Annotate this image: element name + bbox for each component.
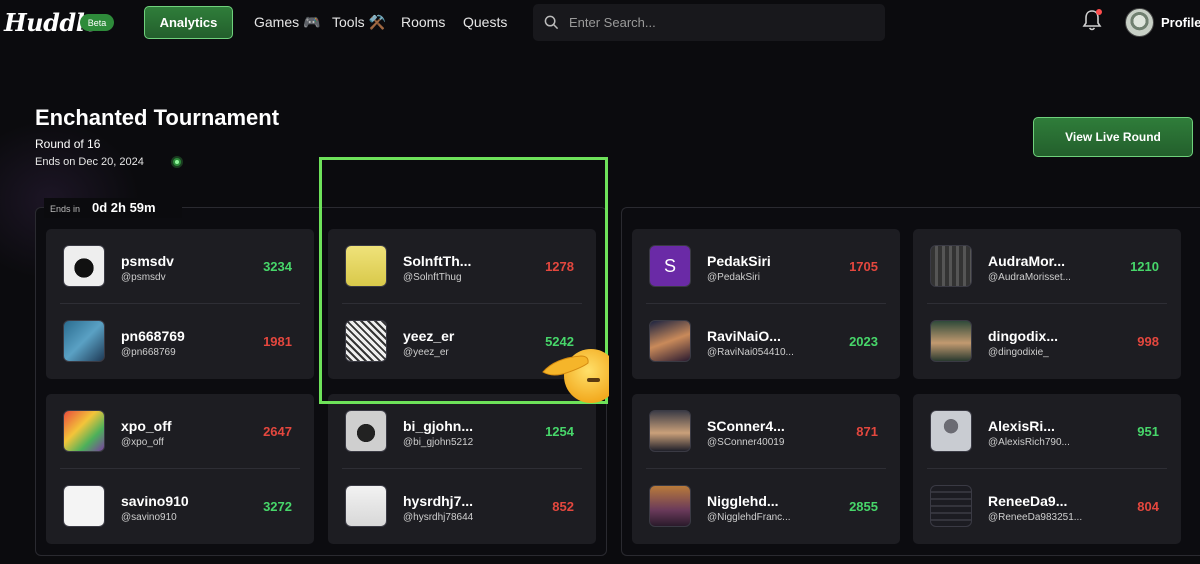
player-row[interactable]: ReneeDa9... @ReneeDa983251... 804 — [913, 469, 1181, 544]
player-name[interactable]: dingodix... — [988, 328, 1058, 344]
match-card[interactable]: psmsdv @psmsdv 3234 pn668769 @pn668769 1981 — [46, 229, 314, 379]
player-handle: @pn668769 — [121, 347, 176, 358]
live-status-icon — [171, 156, 183, 168]
player-score: 1705 — [849, 259, 878, 274]
speaker-avatar — [649, 410, 691, 452]
player-row[interactable]: savino910 @savino910 3272 — [46, 469, 314, 544]
profile-avatar[interactable] — [1125, 8, 1154, 37]
default-user-avatar — [930, 410, 972, 452]
player-name[interactable]: AudraMor... — [988, 253, 1065, 269]
search-icon — [544, 15, 559, 30]
ends-in-label: Ends in — [50, 204, 81, 214]
player-row[interactable]: hysrdhj7... @hysrdhj78644 852 — [328, 469, 596, 544]
saluting-face-icon — [542, 349, 609, 403]
player-score: 852 — [552, 499, 574, 514]
player-name[interactable]: xpo_off — [121, 418, 172, 434]
player-handle: @ReneeDa983251... — [988, 512, 1083, 523]
player-row[interactable]: Nigglehd... @NigglehdFranc... 2855 — [632, 469, 900, 544]
anime-avatar — [649, 485, 691, 527]
player-handle: @AlexisRich790... — [988, 437, 1070, 448]
match-card[interactable]: S PedakSiri @PedakSiri 1705 RaviNaiO... @Ravi… — [632, 229, 900, 379]
notification-dot — [1096, 9, 1102, 15]
blue-creature-avatar — [63, 320, 105, 362]
dark-grid-avatar — [930, 485, 972, 527]
player-score: 871 — [856, 424, 878, 439]
player-handle: @NigglehdFranc... — [707, 512, 791, 523]
pale-pixel-avatar — [345, 485, 387, 527]
player-name[interactable]: AlexisRi... — [988, 418, 1055, 434]
round-label: Round of 16 — [35, 137, 101, 151]
player-handle: @psmsdv — [121, 272, 166, 283]
player-handle: @RaviNai054410... — [707, 347, 794, 358]
logo-mark-avatar — [63, 485, 105, 527]
player-name[interactable]: PedakSiri — [707, 253, 771, 269]
player-handle: @PedakSiri — [707, 272, 760, 283]
player-score: 1981 — [263, 334, 292, 349]
player-row[interactable]: dingodix... @dingodixie_ 998 — [913, 304, 1181, 379]
colorful-toy-avatar — [63, 410, 105, 452]
nav-games[interactable]: Games 🎮 — [254, 14, 320, 31]
match-card[interactable]: bi_gjohn... @bi_gjohn5212 1254 hysrdhj7... @… — [328, 394, 596, 544]
player-score: 951 — [1137, 424, 1159, 439]
player-name[interactable]: savino910 — [121, 493, 189, 509]
player-name[interactable]: RaviNaiO... — [707, 328, 781, 344]
player-handle: @xpo_off — [121, 437, 164, 448]
top-nav: Huddle Beta Analytics Games 🎮 Tools ⚒️ R… — [0, 0, 1200, 44]
countdown-timer: 0d 2h 59m — [92, 200, 156, 215]
player-name[interactable]: psmsdv — [121, 253, 174, 269]
figure-avatar — [930, 320, 972, 362]
player-row[interactable]: psmsdv @psmsdv 3234 — [46, 229, 314, 304]
player-row[interactable]: SConner4... @SConner40019 871 — [632, 394, 900, 469]
player-name[interactable]: ReneeDa9... — [988, 493, 1067, 509]
player-row[interactable]: S PedakSiri @PedakSiri 1705 — [632, 229, 900, 304]
portrait-avatar — [649, 320, 691, 362]
player-score: 998 — [1137, 334, 1159, 349]
match-card[interactable]: AlexisRi... @AlexisRich790... 951 ReneeDa9.… — [913, 394, 1181, 544]
letter-s-avatar: S — [649, 245, 691, 287]
player-row[interactable]: xpo_off @xpo_off 2647 — [46, 394, 314, 469]
nav-rooms[interactable]: Rooms — [401, 14, 445, 30]
player-handle: @hysrdhj78644 — [403, 512, 474, 523]
ends-on-label: Ends on Dec 20, 2024 — [35, 156, 144, 168]
player-name[interactable]: bi_gjohn... — [403, 418, 473, 434]
analytics-button[interactable]: Analytics — [144, 6, 233, 39]
player-row[interactable]: AudraMor... @AudraMorisset... 1210 — [913, 229, 1181, 304]
player-score: 2855 — [849, 499, 878, 514]
hooded-figure-avatar — [63, 245, 105, 287]
player-score: 3272 — [263, 499, 292, 514]
dark-pattern-avatar — [930, 245, 972, 287]
nav-quests[interactable]: Quests — [463, 14, 507, 30]
player-handle: @AudraMorisset... — [988, 272, 1071, 283]
player-score: 1210 — [1130, 259, 1159, 274]
beta-badge: Beta — [80, 14, 114, 31]
match-card[interactable]: xpo_off @xpo_off 2647 savino910 @savino910 32… — [46, 394, 314, 544]
player-handle: @bi_gjohn5212 — [403, 437, 474, 448]
player-row[interactable]: AlexisRi... @AlexisRich790... 951 — [913, 394, 1181, 469]
gray-device-avatar — [345, 410, 387, 452]
player-score: 2647 — [263, 424, 292, 439]
player-row[interactable]: RaviNaiO... @RaviNai054410... 2023 — [632, 304, 900, 379]
player-handle: @SConner40019 — [707, 437, 785, 448]
search-bar[interactable] — [533, 4, 885, 41]
player-name[interactable]: Nigglehd... — [707, 493, 779, 509]
player-handle: @savino910 — [121, 512, 177, 523]
player-score: 1254 — [545, 424, 574, 439]
player-name[interactable]: SConner4... — [707, 418, 785, 434]
profile-link[interactable]: Profile — [1161, 15, 1200, 30]
player-name[interactable]: hysrdhj7... — [403, 493, 473, 509]
player-score: 2023 — [849, 334, 878, 349]
player-handle: @dingodixie_ — [988, 347, 1049, 358]
match-card[interactable]: AudraMor... @AudraMorisset... 1210 dingodix… — [913, 229, 1181, 379]
player-score: 3234 — [263, 259, 292, 274]
player-score: 804 — [1137, 499, 1159, 514]
search-input[interactable] — [569, 15, 869, 30]
player-row[interactable]: pn668769 @pn668769 1981 — [46, 304, 314, 379]
view-live-round-button[interactable]: View Live Round — [1033, 117, 1193, 157]
match-card[interactable]: SConner4... @SConner40019 871 Nigglehd... @N… — [632, 394, 900, 544]
page-title: Enchanted Tournament — [35, 105, 280, 130]
player-name[interactable]: pn668769 — [121, 328, 185, 344]
nav-tools[interactable]: Tools ⚒️ — [332, 14, 386, 31]
